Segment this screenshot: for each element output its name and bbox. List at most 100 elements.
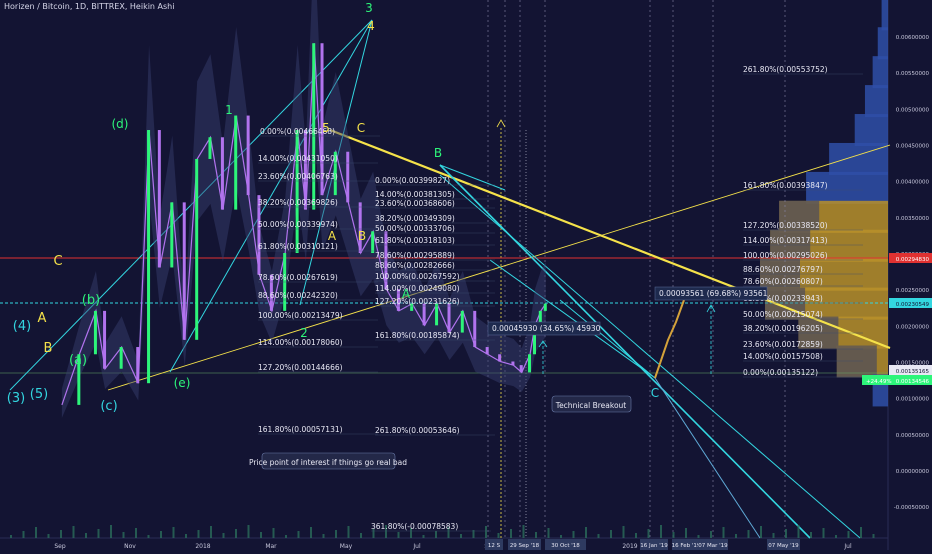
volume-bar xyxy=(710,531,712,538)
wave-label: B xyxy=(44,341,53,356)
volume-bar xyxy=(597,534,600,538)
volume-bar xyxy=(135,528,137,538)
price-candle xyxy=(473,310,477,348)
volume-profile-bar xyxy=(854,114,888,147)
y-tick-label: 0.00000000 xyxy=(896,469,930,475)
volume-bar xyxy=(810,532,812,538)
price-candle xyxy=(511,361,515,366)
volume-bar xyxy=(247,525,250,538)
volume-bar xyxy=(872,534,875,538)
price-candle xyxy=(543,303,547,311)
volume-bar xyxy=(72,526,75,538)
fib-level-label: 261.80%(0.00053646) xyxy=(375,426,460,435)
wave-label: C xyxy=(357,121,365,135)
volume-bar xyxy=(397,532,400,538)
price-marker-label: 0.00230549 xyxy=(896,302,930,308)
price-candle xyxy=(519,365,523,373)
wave-label: A xyxy=(38,311,47,326)
price-candle xyxy=(485,347,489,355)
volume-profile-bar xyxy=(829,142,888,175)
x-tick-label: 2018 xyxy=(195,543,210,550)
volume-bar xyxy=(772,533,775,538)
volume-profile-bar xyxy=(881,0,888,31)
wave-label: (5) xyxy=(30,387,48,402)
volume-bar xyxy=(697,535,700,538)
y-tick-label: 0.00350000 xyxy=(896,216,930,222)
measurement-label: 0.00093561 (69.68%) 93561 xyxy=(659,289,768,298)
volume-bar xyxy=(347,526,350,538)
price-candle xyxy=(246,115,250,196)
price-candle xyxy=(435,303,439,326)
y-tick-label: 0.00400000 xyxy=(896,180,930,186)
volume-bar xyxy=(485,526,487,538)
annotation-label: Technical Breakout xyxy=(555,401,627,410)
volume-bar xyxy=(310,527,312,538)
volume-profile-bar xyxy=(872,56,888,89)
x-tick-label: May xyxy=(340,543,353,550)
price-candle xyxy=(93,310,97,355)
volume-bar xyxy=(535,532,537,538)
price-candle xyxy=(460,310,464,333)
volume-bar xyxy=(147,535,150,538)
fib-level-label: 114.00%(0.00249080) xyxy=(375,284,460,293)
chart-title: Horizen / Bitcoin, 1D, BITTREX, Heikin A… xyxy=(4,2,175,11)
volume-bar xyxy=(322,534,325,538)
wave-label: 1 xyxy=(225,103,233,117)
fib-level-label: 0.00%(0.00399827) xyxy=(375,176,450,185)
fib-level-label: 88.60%(0.00282666) xyxy=(375,261,455,270)
price-candle xyxy=(498,354,502,362)
volume-bar xyxy=(572,531,575,538)
wave-label: A xyxy=(402,287,411,301)
volume-profile-bar xyxy=(877,27,888,60)
x-highlight-label: 16 Jan '19 xyxy=(640,543,668,549)
fib-level-label: 23.60%(0.00172859) xyxy=(743,340,823,349)
fib-level-label: 78.60%(0.00260807) xyxy=(743,277,823,286)
wave-label: B xyxy=(358,229,366,243)
volume-bar xyxy=(460,534,462,538)
volume-bar xyxy=(660,525,662,538)
x-tick-label: Nov xyxy=(124,543,136,550)
volume-bar xyxy=(185,534,187,538)
volume-bar xyxy=(422,535,425,538)
volume-bar xyxy=(797,525,800,538)
wave-label: 2 xyxy=(300,326,308,340)
y-tick-label: 0.00050000 xyxy=(896,433,930,439)
fib-level-label: 127.20%(0.00144666) xyxy=(258,363,343,372)
x-highlight-label: 30 Oct '18 xyxy=(551,543,580,549)
fib-level-label: 38.20%(0.00196205) xyxy=(743,324,823,333)
wave-label: (e) xyxy=(174,376,191,390)
x-tick-label: Jul xyxy=(843,543,852,550)
wave-label: 3 xyxy=(365,1,373,15)
volume-bar xyxy=(360,533,362,538)
price-candle xyxy=(346,151,350,203)
fib-level-label: 0.00%(0.00135122) xyxy=(743,368,818,377)
volume-bar xyxy=(335,530,337,538)
wave-label: (4) xyxy=(13,319,31,334)
price-candle xyxy=(170,202,174,268)
volume-bar xyxy=(172,527,175,538)
fib-level-label: 100.00%(0.00267592) xyxy=(375,272,460,281)
volume-bar xyxy=(47,534,50,538)
fib-level-label: 61.80%(0.00318103) xyxy=(375,236,455,245)
volume-bar xyxy=(297,531,300,538)
volume-bar xyxy=(10,535,12,538)
y-tick-label: 0.00450000 xyxy=(896,144,930,150)
volume-bar xyxy=(860,527,862,538)
fib-level-label: 161.80%(0.00057131) xyxy=(258,425,343,434)
volume-bar xyxy=(260,532,262,538)
y-tick-label: 0.00600000 xyxy=(896,35,930,41)
volume-bar xyxy=(560,535,562,538)
volume-bar xyxy=(110,525,112,538)
volume-bar xyxy=(35,527,37,538)
price-candle xyxy=(157,130,161,268)
fib-level-label: 61.80%(0.00310121) xyxy=(258,242,338,251)
fib-level-label: 50.00%(0.00333706) xyxy=(375,224,455,233)
price-candle xyxy=(103,310,107,369)
wave-label: 5 xyxy=(322,121,330,135)
x-highlight-label: 16 Feb '19 xyxy=(672,543,701,549)
fib-level-label: 50.00%(0.00215074) xyxy=(743,310,823,319)
wave-label: A xyxy=(328,229,337,243)
volume-bar xyxy=(735,534,737,538)
fib-level-label: 100.00%(0.00213479) xyxy=(258,311,343,320)
volume-bar xyxy=(647,529,650,538)
